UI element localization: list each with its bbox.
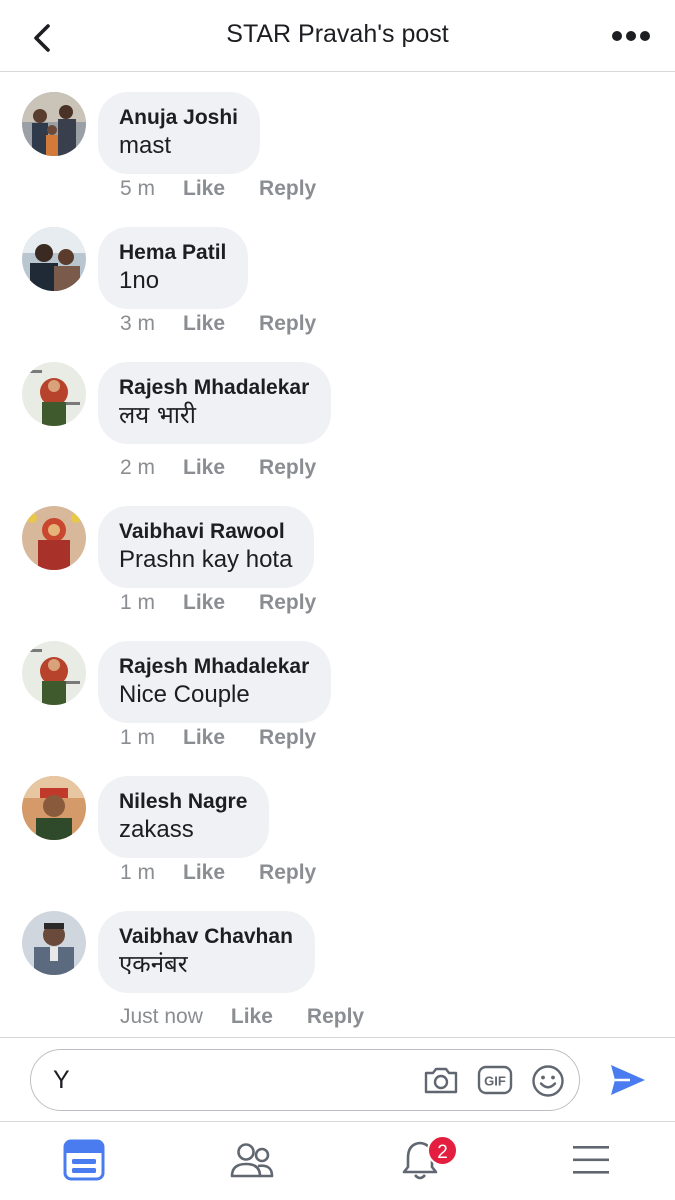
avatar[interactable] [22, 506, 86, 570]
like-button[interactable]: Like [183, 726, 225, 750]
header-bar: STAR Pravah's post [0, 0, 675, 72]
comment-time: 1 m [120, 726, 156, 749]
svg-text:GIF: GIF [484, 1074, 506, 1089]
comment-author[interactable]: Rajesh Mhadalekar [119, 375, 309, 401]
like-button[interactable]: Like [183, 591, 225, 615]
comment-time: 1 m [120, 591, 156, 614]
avatar[interactable] [22, 641, 86, 705]
reply-button[interactable]: Reply [259, 312, 316, 336]
tab-friends[interactable] [228, 1136, 276, 1184]
comment-author[interactable]: Nilesh Nagre [119, 789, 247, 815]
comment-meta: 1 m Like Reply [120, 591, 316, 615]
comment-composer: Y GIF [0, 1037, 675, 1121]
camera-icon[interactable] [423, 1064, 459, 1096]
like-button[interactable]: Like [183, 861, 225, 885]
reply-button[interactable]: Reply [259, 861, 316, 885]
comment-meta: 3 m Like Reply [120, 312, 316, 336]
page-title: STAR Pravah's post [226, 20, 449, 48]
comment-bubble: Rajesh Mhadalekar लय भारी [98, 362, 332, 444]
comment-bubble: Rajesh Mhadalekar Nice Couple [98, 641, 332, 723]
like-button[interactable]: Like [231, 1005, 273, 1029]
like-button[interactable]: Like [183, 312, 225, 336]
avatar[interactable] [22, 92, 86, 156]
comment-time: 3 m [120, 312, 156, 335]
avatar[interactable] [22, 776, 86, 840]
like-button[interactable]: Like [183, 177, 225, 201]
comment-text: Nice Couple [119, 681, 250, 708]
comment-author[interactable]: Rajesh Mhadalekar [119, 654, 309, 680]
emoji-icon[interactable] [531, 1064, 565, 1098]
more-dots-icon [612, 31, 650, 41]
comment-input-value[interactable]: Y [53, 1066, 70, 1095]
reply-button[interactable]: Reply [259, 456, 316, 480]
comment-text: Prashn kay hota [119, 546, 293, 573]
menu-icon [573, 1146, 609, 1174]
comment-meta: Just now Like Reply [120, 1005, 364, 1029]
comment-text: mast [119, 132, 172, 159]
avatar[interactable] [22, 362, 86, 426]
comment-time: Just now [120, 1005, 203, 1028]
comment-input[interactable]: Y GIF [30, 1049, 580, 1111]
comment-author[interactable]: Hema Patil [119, 240, 226, 266]
comment-text: zakass [119, 816, 194, 843]
comment-bubble: Vaibhavi Rawool Prashn kay hota [98, 506, 315, 588]
comment-meta: 1 m Like Reply [120, 861, 316, 885]
bottom-tab-bar: 2 [0, 1121, 675, 1200]
more-options-button[interactable] [609, 18, 653, 54]
comment-bubble: Anuja Joshi mast [98, 92, 261, 174]
comment-time: 5 m [120, 177, 156, 200]
comment-author[interactable]: Vaibhavi Rawool [119, 519, 292, 545]
send-icon[interactable] [608, 1062, 648, 1098]
gif-icon[interactable]: GIF [477, 1064, 513, 1096]
tab-news-feed[interactable] [60, 1136, 108, 1184]
reply-button[interactable]: Reply [259, 726, 316, 750]
comment-author[interactable]: Anuja Joshi [119, 105, 238, 131]
avatar[interactable] [22, 911, 86, 975]
avatar[interactable] [22, 227, 86, 291]
comment-text: 1no [119, 267, 160, 294]
notification-badge: 2 [427, 1135, 458, 1166]
comment-meta: 5 m Like Reply [120, 177, 316, 201]
comments-list[interactable]: Anuja Joshi mast 5 m Like Reply Hema Patil… [0, 72, 675, 1037]
reply-button[interactable]: Reply [259, 177, 316, 201]
reply-button[interactable]: Reply [307, 1005, 364, 1029]
comment-text: लय भारी [119, 401, 196, 429]
friends-icon [230, 1143, 274, 1178]
reply-button[interactable]: Reply [259, 591, 316, 615]
comment-meta: 1 m Like Reply [120, 726, 316, 750]
comment-meta: 2 m Like Reply [120, 456, 316, 480]
comment-time: 1 m [120, 861, 156, 884]
comment-text: एकनंबर [119, 950, 188, 978]
comment-author[interactable]: Vaibhav Chavhan [119, 924, 293, 950]
comment-bubble: Vaibhav Chavhan एकनंबर [98, 911, 315, 993]
comment-bubble: Hema Patil 1no [98, 227, 249, 309]
comment-bubble: Nilesh Nagre zakass [98, 776, 270, 858]
like-button[interactable]: Like [183, 456, 225, 480]
news-feed-icon [63, 1139, 105, 1181]
tab-menu[interactable] [567, 1136, 615, 1184]
comment-time: 2 m [120, 456, 156, 479]
